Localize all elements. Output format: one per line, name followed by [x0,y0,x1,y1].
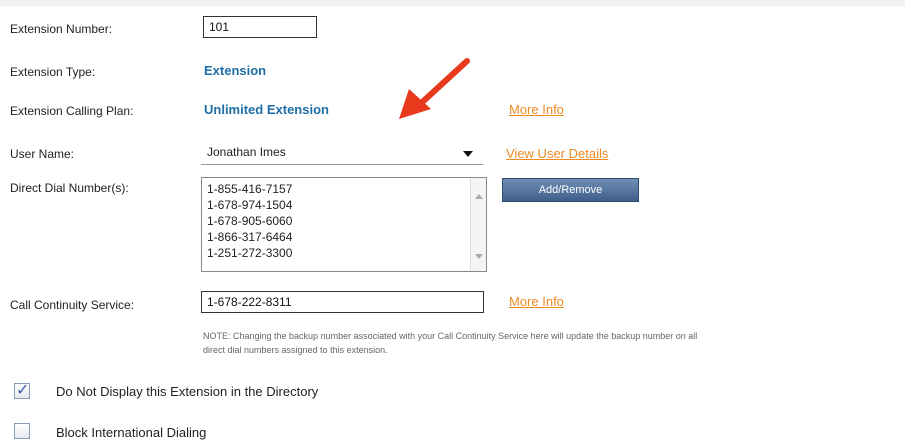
top-bar [0,0,905,6]
call-continuity-label: Call Continuity Service: [10,298,135,312]
add-remove-button[interactable]: Add/Remove [502,178,639,202]
call-continuity-note: NOTE: Changing the backup number associa… [203,329,893,357]
extension-number-label: Extension Number: [10,22,113,36]
list-item[interactable]: 1-855-416-7157 [207,181,292,197]
note-line-2: direct dial numbers assigned to this ext… [203,345,388,355]
list-item[interactable]: 1-251-272-3300 [207,245,292,261]
call-continuity-more-info-link[interactable]: More Info [509,294,564,309]
view-user-details-link[interactable]: View User Details [506,146,608,161]
hide-directory-label[interactable]: Do Not Display this Extension in the Dir… [56,384,318,399]
call-continuity-field[interactable]: 1-678-222-8311 [201,291,484,313]
user-name-label: User Name: [10,147,75,161]
list-scrollbar[interactable] [470,178,486,271]
calling-plan-label: Extension Calling Plan: [10,104,134,118]
direct-dial-label: Direct Dial Number(s): [10,181,129,195]
list-item[interactable]: 1-678-905-6060 [207,213,292,229]
user-name-selected: Jonathan Imes [207,145,286,159]
chevron-down-icon [463,151,473,157]
extension-number-field[interactable]: 101 [203,16,317,38]
extension-type-value: Extension [204,63,267,78]
scroll-up-icon[interactable] [475,194,483,199]
block-international-checkbox[interactable] [14,423,30,439]
scroll-down-icon[interactable] [475,254,483,259]
checkmark-icon: ✓ [16,382,30,399]
calling-plan-value: Unlimited Extension [204,102,329,117]
red-arrow-icon [399,58,470,119]
direct-dial-list[interactable]: 1-855-416-7157 1-678-974-1504 1-678-905-… [201,177,487,272]
extension-type-label: Extension Type: [10,65,96,79]
block-international-label[interactable]: Block International Dialing [56,425,206,440]
list-item[interactable]: 1-866-317-6464 [207,229,292,245]
user-name-select[interactable]: Jonathan Imes [201,143,483,165]
calling-plan-more-info-link[interactable]: More Info [509,102,564,117]
list-item[interactable]: 1-678-974-1504 [207,197,292,213]
note-line-1: NOTE: Changing the backup number associa… [203,331,698,341]
hide-directory-checkbox[interactable]: ✓ [14,382,30,399]
